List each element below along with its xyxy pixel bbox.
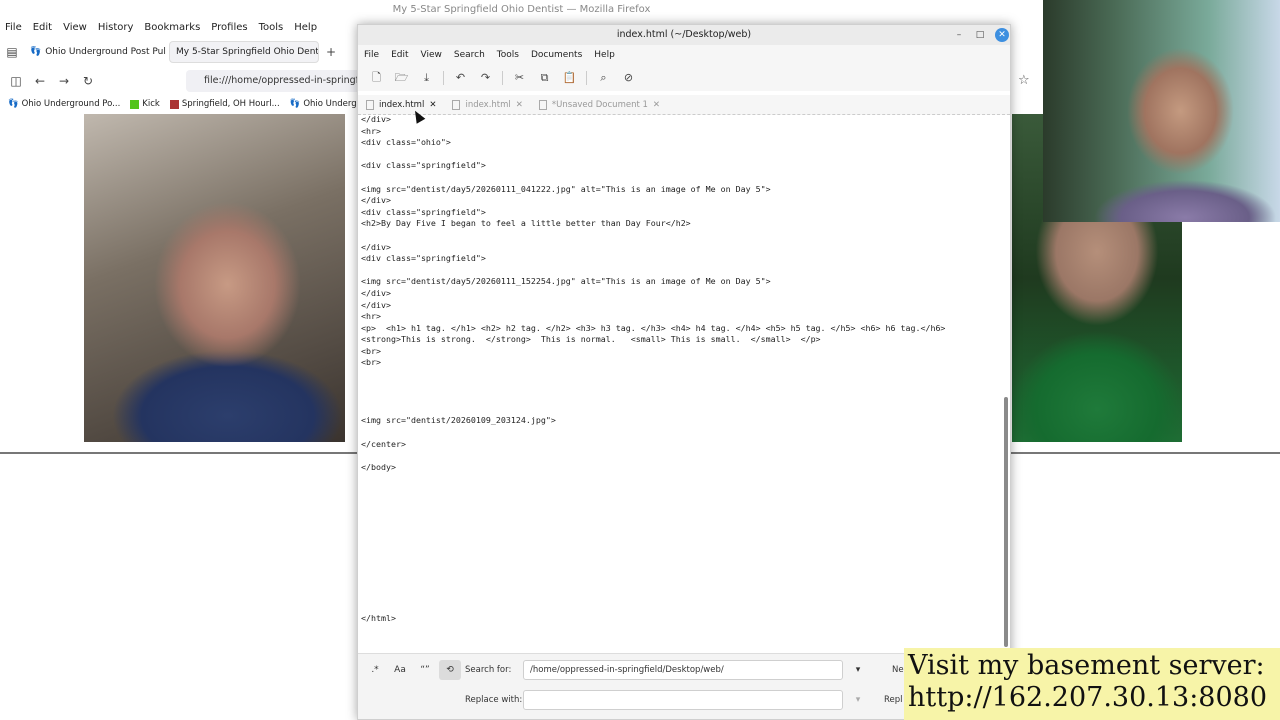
gedit-window: index.html (~/Desktop/web) – □ ✕ File Ed… (357, 24, 1011, 720)
replace-with-label: Replace with: (465, 695, 523, 705)
gedit-menu-bar: File Edit View Search Tools Documents He… (358, 45, 1010, 65)
bookmark-ohio-underground-2[interactable]: 👣 Ohio Undergr (290, 99, 360, 109)
ff-menu-profiles[interactable]: Profiles (206, 18, 253, 38)
ff-tab-dentist[interactable]: My 5-Star Springfield Ohio Dent ✕ (169, 41, 319, 63)
replace-button[interactable]: Repl (875, 695, 903, 705)
next-button[interactable]: Ne (875, 665, 904, 675)
new-tab-icon[interactable]: + (319, 40, 343, 64)
search-replace-icon[interactable]: ⊘ (616, 67, 641, 89)
ff-menu-file[interactable]: File (0, 18, 28, 38)
chevron-down-icon[interactable]: ▾ (847, 660, 869, 680)
save-icon[interactable]: ⤓ (414, 67, 439, 89)
footprint-icon: 👣 (289, 99, 301, 109)
ge-menu-documents[interactable]: Documents (525, 45, 588, 65)
url-bar[interactable]: file:///home/oppressed-in-springfie (186, 70, 361, 92)
search-input[interactable]: /home/oppressed-in-springfield/Desktop/w… (523, 660, 843, 680)
ff-menu-edit[interactable]: Edit (28, 18, 58, 38)
minimize-icon[interactable]: – (952, 28, 966, 42)
ge-menu-edit[interactable]: Edit (385, 45, 414, 65)
code-editor[interactable]: </div> <hr> <div class="ohio"> <div clas… (358, 115, 1004, 653)
chevron-down-icon[interactable]: ▾ (847, 690, 869, 710)
toolbar-separator (502, 71, 503, 85)
sidebar-toggle-icon[interactable]: ▤ (0, 40, 24, 64)
footprint-icon: 👣 (30, 47, 42, 57)
document-icon (366, 99, 374, 110)
weather-icon (169, 99, 179, 109)
ge-menu-view[interactable]: View (415, 45, 448, 65)
undo-icon[interactable]: ↶ (448, 67, 473, 89)
paste-icon[interactable]: 📋 (557, 67, 582, 89)
firefox-tab-bar: ▤ 👣 Ohio Underground Post Pul ✕ My 5-Sta… (0, 40, 360, 64)
wrap-around-icon[interactable]: ⟲ (439, 660, 461, 680)
ge-menu-help[interactable]: Help (588, 45, 621, 65)
bookmark-label: Kick (142, 99, 160, 109)
bookmark-label: Springfield, OH Hourl... (181, 99, 280, 109)
ge-tab-index-2[interactable]: index.html ✕ (444, 95, 530, 114)
bookmark-label: Ohio Undergr (303, 99, 361, 109)
whole-word-icon[interactable]: “” (414, 660, 436, 680)
gedit-tab-bar: index.html ✕ index.html ✕ *Unsaved Docum… (358, 95, 1010, 115)
ff-menu-history[interactable]: History (93, 18, 140, 38)
regex-toggle-icon[interactable]: .* (364, 660, 386, 680)
document-icon (452, 99, 461, 110)
editor-scrollbar[interactable] (1004, 397, 1008, 647)
code-text: </div> <hr> <div class="ohio"> <div clas… (361, 115, 946, 623)
firefox-menu-bar: File Edit View History Bookmarks Profile… (0, 18, 360, 38)
close-icon[interactable]: ✕ (516, 95, 523, 115)
kick-icon (130, 99, 140, 109)
ff-menu-bookmarks[interactable]: Bookmarks (139, 18, 206, 38)
ge-tab-label: index.html (465, 99, 511, 110)
banner-line1: Visit my basement server: (908, 650, 1265, 681)
close-icon[interactable]: ✕ (653, 95, 660, 115)
ge-menu-file[interactable]: File (358, 45, 385, 65)
maximize-icon[interactable]: □ (973, 28, 987, 42)
bookmark-springfield-hourly[interactable]: Springfield, OH Hourl... (169, 99, 280, 109)
ff-tab-label: Ohio Underground Post Pul (45, 47, 166, 57)
ge-tab-unsaved[interactable]: *Unsaved Document 1 ✕ (531, 95, 668, 114)
search-icon[interactable]: ⌕ (591, 67, 616, 89)
dentist-photo-left (84, 114, 345, 442)
bookmark-star-icon[interactable]: ☆ (1018, 73, 1030, 88)
ge-tab-index-1[interactable]: index.html ✕ (358, 95, 444, 114)
cut-icon[interactable]: ✂ (507, 67, 532, 89)
search-for-label: Search for: (465, 665, 512, 675)
bookmarks-toolbar: 👣 Ohio Underground Po... Kick Springfield… (0, 96, 360, 112)
ff-menu-help[interactable]: Help (289, 18, 323, 38)
replace-input[interactable] (523, 690, 843, 710)
ff-tab-ohio-underground[interactable]: 👣 Ohio Underground Post Pul ✕ (24, 41, 169, 63)
forward-arrow-icon[interactable]: → (52, 69, 76, 93)
ff-menu-view[interactable]: View (58, 18, 93, 38)
copy-icon[interactable]: ⧉ (532, 67, 557, 89)
ge-menu-search[interactable]: Search (448, 45, 491, 65)
close-icon[interactable]: ✕ (429, 95, 436, 115)
server-banner: Visit my basement server: http://162.207… (904, 648, 1280, 720)
bookmark-kick[interactable]: Kick (130, 99, 160, 109)
gedit-title-bar: index.html (~/Desktop/web) (358, 25, 1010, 45)
footprint-icon: 👣 (8, 99, 19, 109)
banner-url: http://162.207.30.13:8080 (908, 682, 1268, 713)
webcam-overlay (1043, 0, 1280, 222)
gedit-toolbar: 🗋 🗁 ⤓ ↶ ↷ ✂ ⧉ 📋 ⌕ ⊘ (358, 65, 1010, 91)
document-icon (538, 99, 547, 110)
back-arrow-icon[interactable]: ← (28, 69, 52, 93)
bookmark-label: Ohio Underground Po... (21, 99, 121, 109)
ge-tab-label: *Unsaved Document 1 (551, 99, 648, 110)
reload-icon[interactable]: ↻ (76, 69, 100, 93)
toolbar-separator (586, 71, 587, 85)
match-case-icon[interactable]: Aa (389, 660, 411, 680)
close-icon[interactable]: ✕ (995, 28, 1009, 42)
sidebar-icon[interactable]: ◫ (4, 69, 28, 93)
open-folder-icon[interactable]: 🗁 (389, 67, 414, 89)
redo-icon[interactable]: ↷ (473, 67, 498, 89)
bookmark-ohio-underground[interactable]: 👣 Ohio Underground Po... (8, 99, 120, 109)
firefox-title-bar: My 5-Star Springfield Ohio Dentist — Moz… (0, 0, 1043, 20)
ff-menu-tools[interactable]: Tools (254, 18, 290, 38)
new-document-icon[interactable]: 🗋 (364, 67, 389, 89)
toolbar-separator (443, 71, 444, 85)
ge-menu-tools[interactable]: Tools (491, 45, 525, 65)
ff-tab-label: My 5-Star Springfield Ohio Dent (176, 47, 319, 57)
